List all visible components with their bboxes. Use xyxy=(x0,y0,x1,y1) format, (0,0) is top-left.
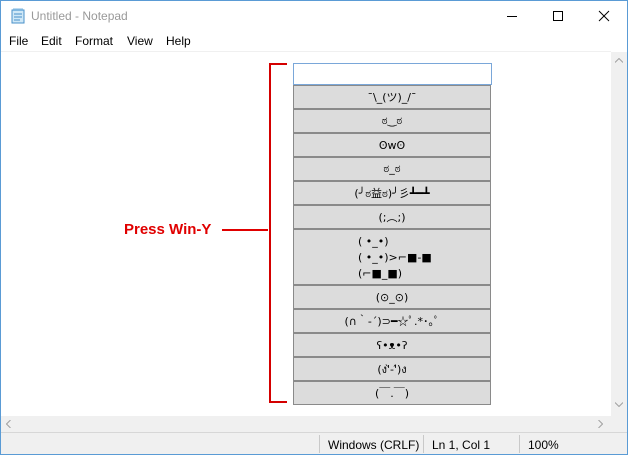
kaomoji-item[interactable]: (╯ಠ益ಠ)╯彡┻━┻ xyxy=(293,181,491,205)
vertical-scrollbar[interactable] xyxy=(611,52,627,416)
menu-edit[interactable]: Edit xyxy=(41,34,62,48)
close-button[interactable] xyxy=(581,1,627,31)
menu-bar: File Edit Format View Help xyxy=(1,31,627,51)
kaomoji-item[interactable]: (⊙_⊙) xyxy=(293,285,491,309)
notepad-window: Untitled - Notepad File Edit Format View… xyxy=(0,0,628,455)
minimize-icon xyxy=(507,16,517,17)
status-encoding: Windows (CRLF) xyxy=(328,438,420,452)
maximize-button[interactable] xyxy=(535,1,581,31)
close-icon xyxy=(598,10,610,22)
kaomoji-item[interactable]: ¯\_(ツ)_/¯ xyxy=(293,85,491,109)
menu-format[interactable]: Format xyxy=(75,34,113,48)
menu-view[interactable]: View xyxy=(127,34,153,48)
kaomoji-item[interactable]: ʕ•ᴥ•ʔ xyxy=(293,333,491,357)
kaomoji-item[interactable]: (∩｀-´)⊃━☆ﾟ.*･｡ﾟ xyxy=(293,309,491,333)
scroll-left-icon[interactable] xyxy=(6,420,11,428)
kaomoji-item[interactable]: (ง'̀-'́)ง xyxy=(293,357,491,381)
scroll-up-icon[interactable] xyxy=(615,58,623,63)
kaomoji-item[interactable]: (￣.￣) xyxy=(293,381,491,405)
status-divider xyxy=(319,435,320,453)
kaomoji-line: ( •_•)>⌐■-■ xyxy=(358,250,432,264)
menu-file[interactable]: File xyxy=(9,34,28,48)
scroll-down-icon[interactable] xyxy=(615,402,623,407)
kaomoji-line: (⌐■_■) xyxy=(358,266,403,280)
status-zoom: 100% xyxy=(528,438,559,452)
notepad-icon xyxy=(11,8,25,24)
kaomoji-search-input[interactable] xyxy=(293,63,492,85)
kaomoji-line: ( •_•) xyxy=(358,234,389,248)
kaomoji-item[interactable]: ಠ_ಠ xyxy=(293,157,491,181)
kaomoji-item[interactable]: ʘwʘ xyxy=(293,133,491,157)
kaomoji-item-multiline[interactable]: ( •_•) ( •_•)>⌐■-■ (⌐■_■) xyxy=(293,229,491,285)
window-title: Untitled - Notepad xyxy=(31,9,128,23)
title-bar[interactable]: Untitled - Notepad xyxy=(1,1,627,31)
kaomoji-item[interactable]: ಠ‿ಠ xyxy=(293,109,491,133)
horizontal-scrollbar[interactable] xyxy=(1,416,611,432)
status-divider xyxy=(519,435,520,453)
menu-help[interactable]: Help xyxy=(166,34,191,48)
annotation-label: Press Win-Y xyxy=(124,221,212,238)
scrollbar-corner xyxy=(611,416,627,432)
kaomoji-item[interactable]: (;︵;) xyxy=(293,205,491,229)
annotation-line xyxy=(222,229,268,231)
status-position: Ln 1, Col 1 xyxy=(432,438,491,452)
annotation-bracket xyxy=(269,63,287,403)
status-divider xyxy=(423,435,424,453)
minimize-button[interactable] xyxy=(489,1,535,31)
maximize-icon xyxy=(553,11,563,21)
scroll-right-icon[interactable] xyxy=(598,420,603,428)
status-bar: Windows (CRLF) Ln 1, Col 1 100% xyxy=(1,432,627,454)
